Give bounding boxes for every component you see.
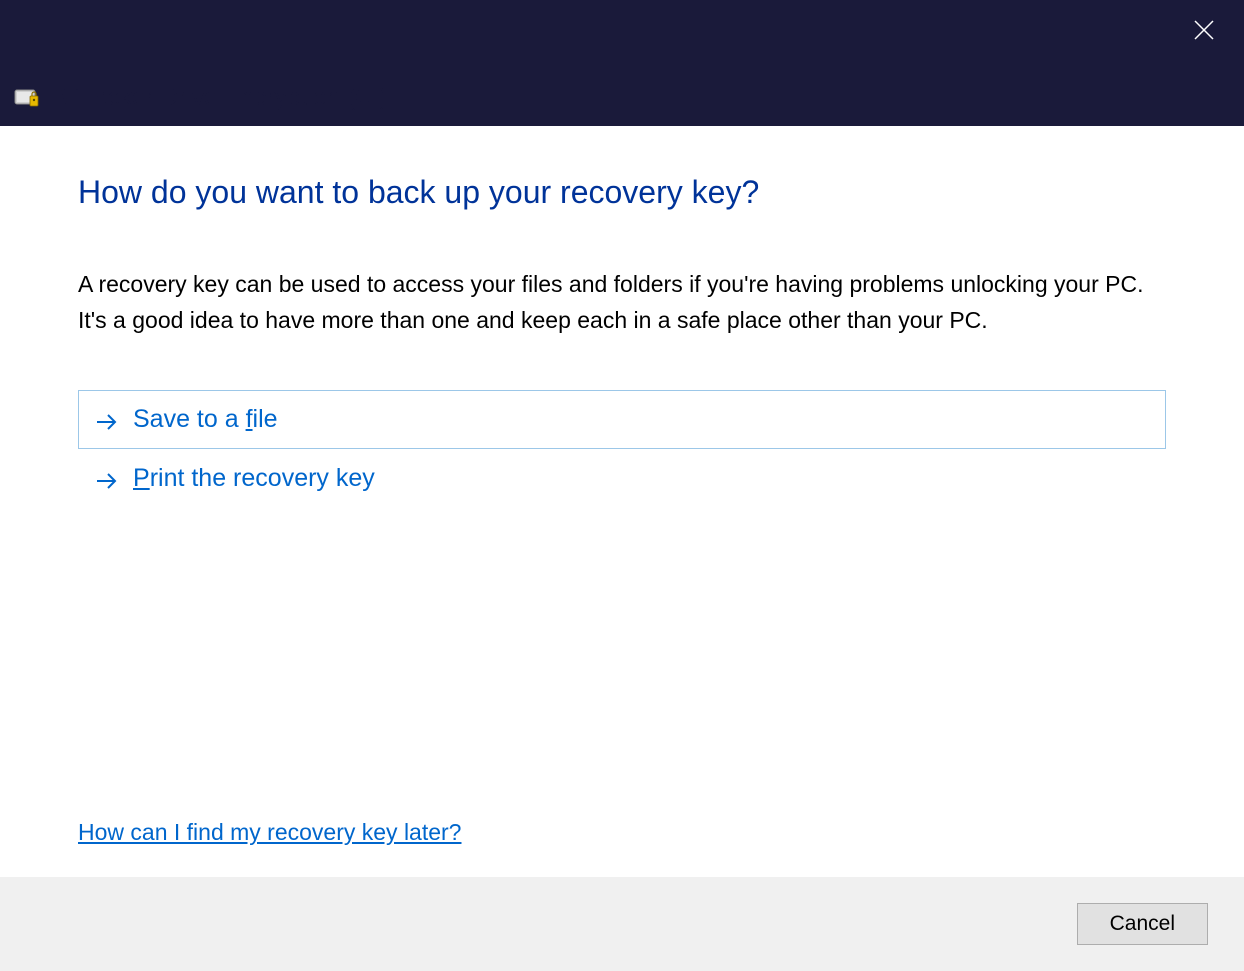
close-button[interactable] (1184, 10, 1224, 50)
titlebar: BitLocker Drive Encryption (C:) (0, 0, 1244, 126)
window-title: BitLocker Drive Encryption (C:) (52, 84, 388, 112)
option-save-to-file[interactable]: Save to a file (78, 390, 1166, 449)
arrow-right-icon (95, 469, 119, 489)
cancel-button[interactable]: Cancel (1077, 903, 1208, 945)
content-area: How do you want to back up your recovery… (0, 126, 1244, 876)
page-heading: How do you want to back up your recovery… (78, 174, 1166, 211)
options-list: Save to a file Print the recovery key (78, 390, 1166, 508)
close-icon (1193, 19, 1215, 41)
option-print-recovery-key[interactable]: Print the recovery key (78, 449, 1166, 508)
bitlocker-icon (14, 86, 42, 110)
footer: Cancel (0, 876, 1244, 971)
arrow-right-icon (95, 410, 119, 430)
option-label: Print the recovery key (133, 464, 375, 493)
option-label: Save to a file (133, 405, 278, 434)
page-description: A recovery key can be used to access you… (78, 267, 1158, 338)
title-row: BitLocker Drive Encryption (C:) (14, 84, 388, 112)
help-link[interactable]: How can I find my recovery key later? (78, 819, 461, 846)
